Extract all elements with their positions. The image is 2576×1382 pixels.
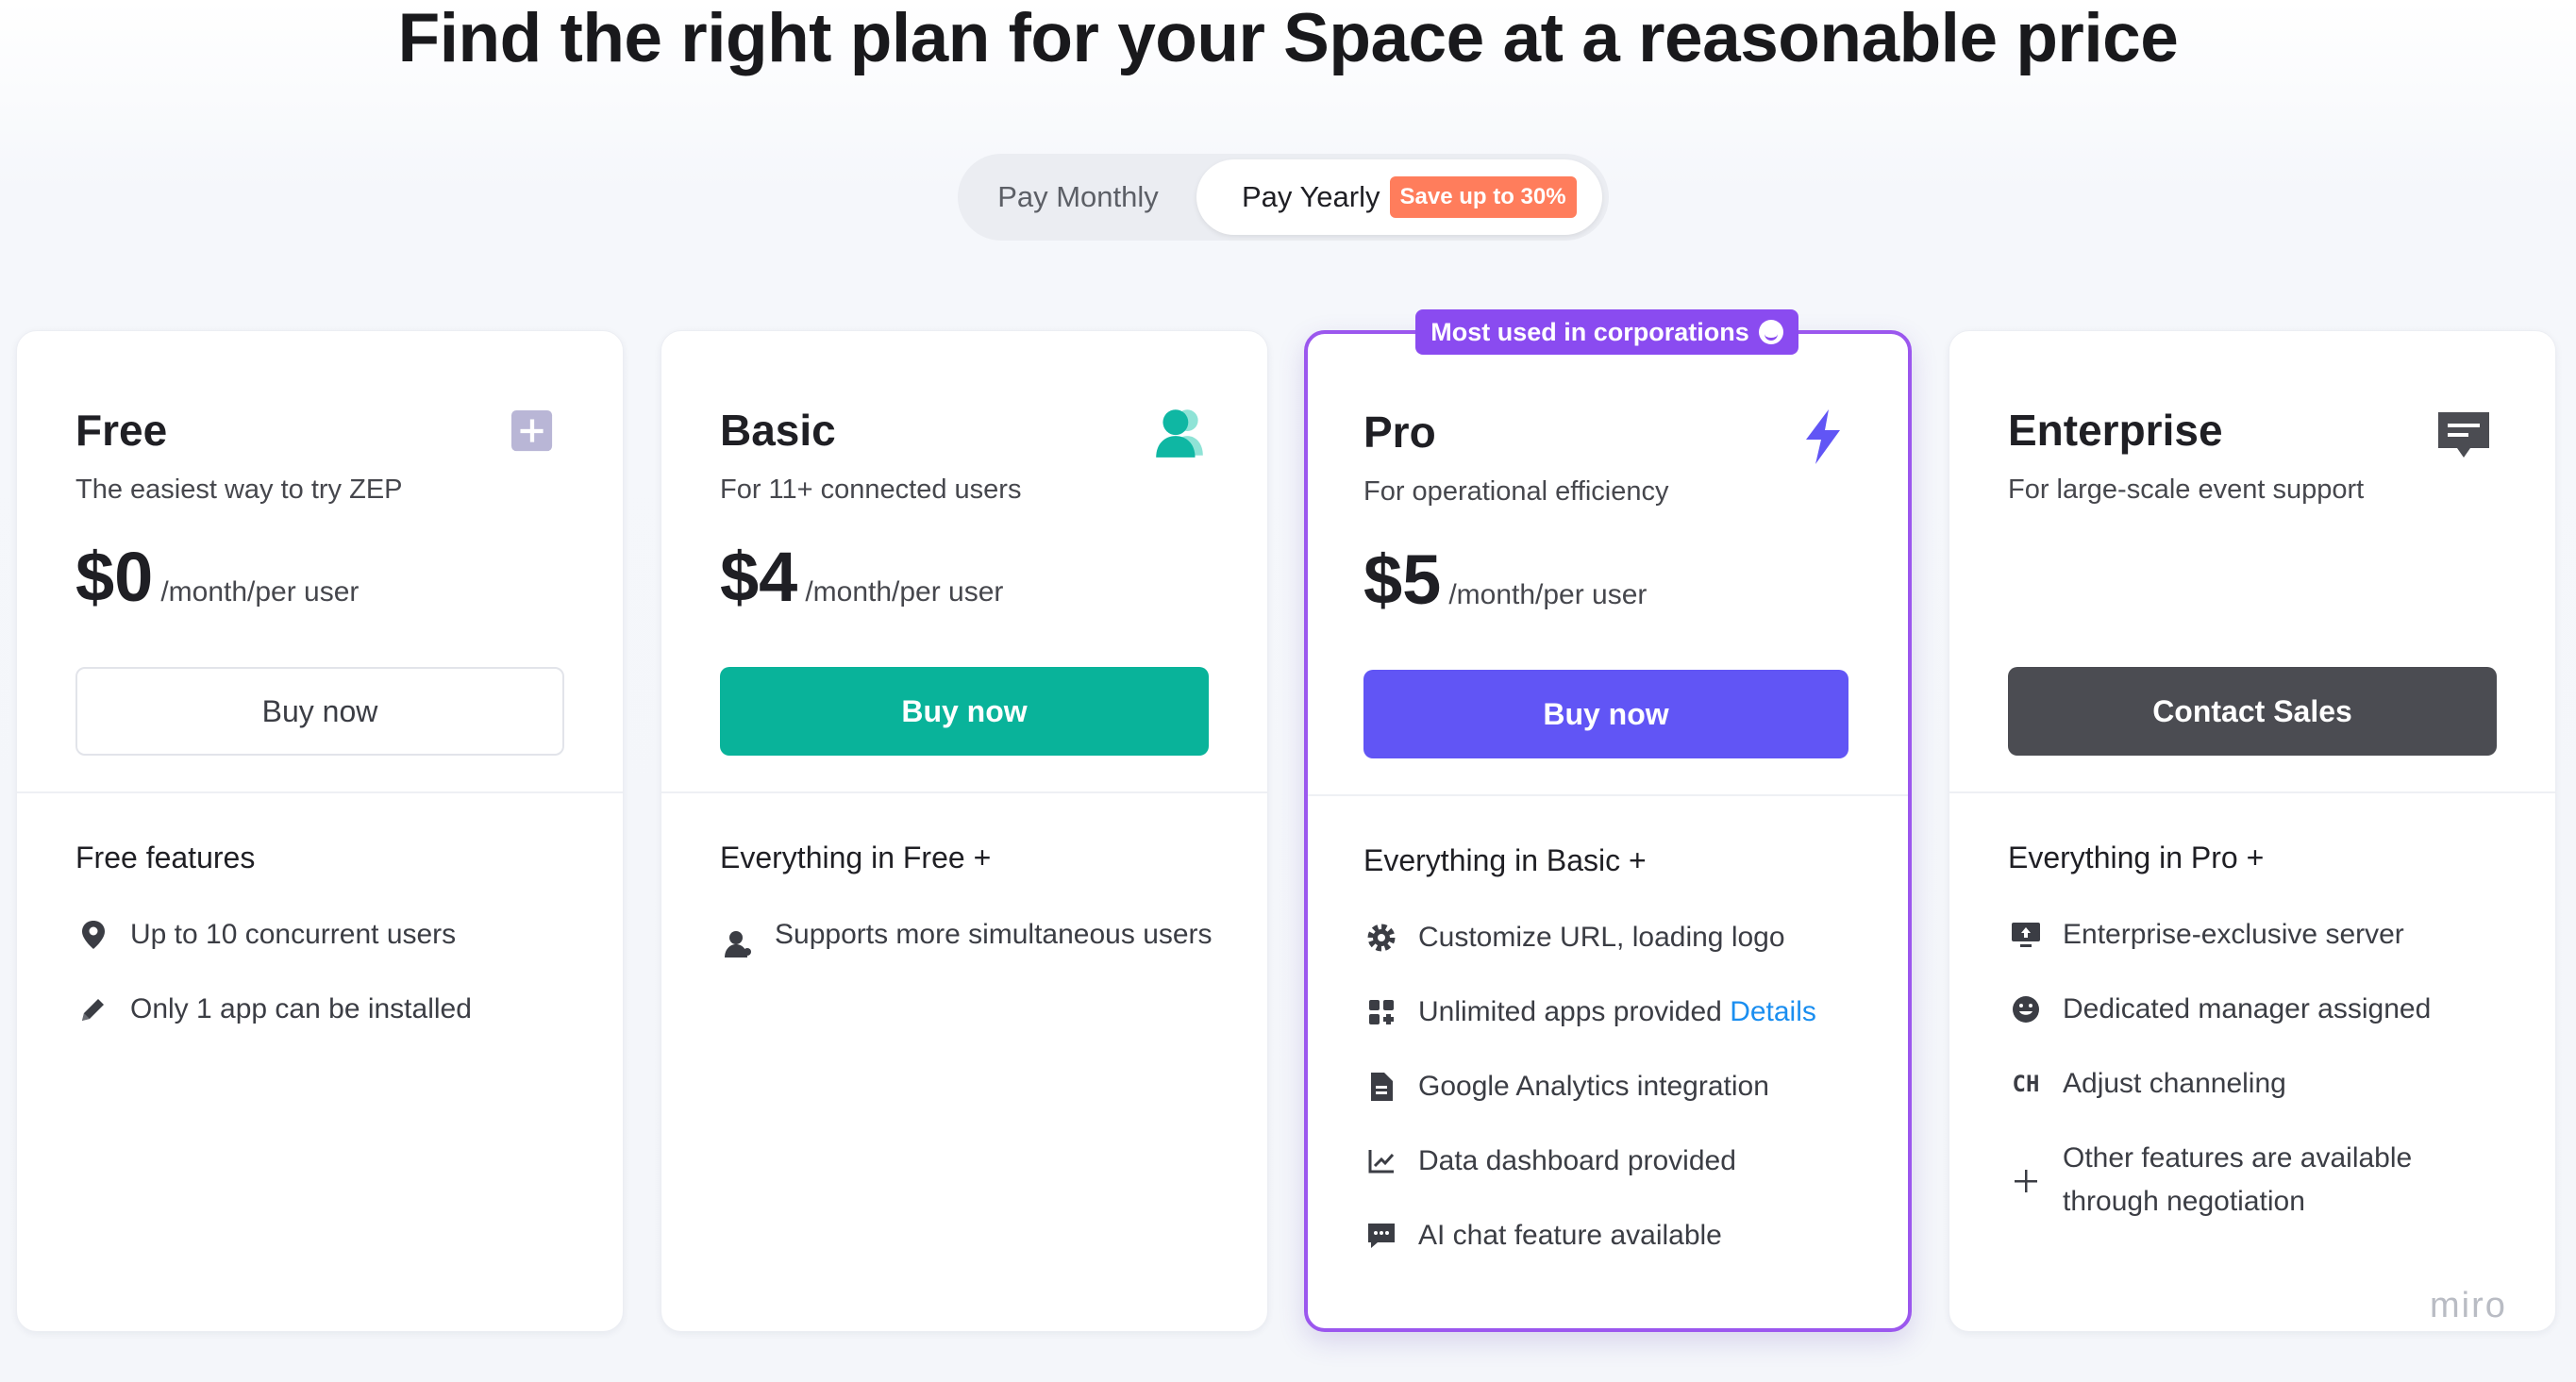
plan-price: $5: [1363, 541, 1442, 619]
card-divider: [661, 791, 1267, 793]
feature-text: Supports more simultaneous users: [775, 919, 1213, 950]
list-item: Unlimited apps provided Details: [1363, 991, 1873, 1034]
plan-description: The easiest way to try ZEP: [75, 475, 403, 505]
billing-toggle[interactable]: Pay Monthly Pay Yearly Save up to 30%: [958, 154, 1609, 241]
pay-yearly-option[interactable]: Pay Yearly Save up to 30%: [1196, 159, 1602, 235]
plan-name: Pro: [1363, 408, 1436, 457]
plan-card-pro: Pro For operational efficiency $5 /month…: [1304, 330, 1912, 1332]
plan-description: For operational efficiency: [1363, 476, 1669, 507]
apps-grid-icon: [1363, 991, 1399, 1034]
plan-card-basic: Basic For 11+ connected users $4 /month/…: [661, 330, 1268, 1332]
feature-text: Up to 10 concurrent users: [130, 919, 457, 950]
plan-description: For large-scale event support: [2008, 475, 2365, 505]
ch-glyph: CH: [2012, 1071, 2040, 1097]
smile-icon: [1758, 320, 1783, 344]
list-item: Up to 10 concurrent users: [75, 913, 585, 957]
smile-icon: [2008, 988, 2044, 1031]
buy-now-button[interactable]: Buy now: [1363, 670, 1848, 758]
pay-monthly-label: Pay Monthly: [997, 180, 1159, 213]
card-divider: [1949, 791, 2555, 793]
gear-icon: [1363, 916, 1399, 959]
plus-icon: [2008, 1159, 2044, 1203]
message-icon: [2438, 412, 2489, 458]
feature-text: Unlimited apps provided: [1418, 996, 1722, 1027]
plan-price: $0: [75, 538, 154, 616]
list-item: Data dashboard provided: [1363, 1140, 1873, 1183]
plan-card-free: Free The easiest way to try ZEP $0 /mont…: [16, 330, 624, 1332]
feature-text: Other features are available through neg…: [2063, 1142, 2413, 1217]
features-title: Everything in Basic +: [1363, 843, 1647, 877]
feature-text-wrap: Unlimited apps provided Details: [1418, 991, 1816, 1034]
card-divider: [1308, 794, 1908, 796]
user-icon: [720, 923, 756, 966]
save-badge: Save up to 30%: [1389, 176, 1577, 218]
chat-icon: [1363, 1214, 1399, 1257]
features-title: Everything in Pro +: [2008, 841, 2265, 874]
feature-text: Google Analytics integration: [1418, 1071, 1769, 1102]
plan-name: Basic: [720, 406, 836, 455]
document-icon: [1363, 1065, 1399, 1108]
most-used-badge: Most used in corporations: [1415, 309, 1798, 355]
plan-price: $4: [720, 538, 798, 616]
feature-text: Customize URL, loading logo: [1418, 922, 1785, 953]
list-item: Google Analytics integration: [1363, 1065, 1873, 1108]
miro-watermark: miro: [2430, 1286, 2507, 1325]
pay-monthly-option[interactable]: Pay Monthly: [958, 154, 1198, 241]
contact-sales-button[interactable]: Contact Sales: [2008, 667, 2497, 756]
feature-text: Enterprise-exclusive server: [2063, 919, 2404, 950]
location-pin-icon: [75, 913, 111, 957]
feature-list: Supports more simultaneous users: [720, 913, 1229, 997]
page-headline: Find the right plan for your Space at a …: [397, 0, 2179, 76]
plan-name: Enterprise: [2008, 406, 2223, 455]
plan-card-enterprise: Enterprise For large-scale event support…: [1949, 330, 2556, 1332]
chart-line-icon: [1363, 1140, 1399, 1183]
details-link[interactable]: Details: [1730, 996, 1816, 1027]
plan-price-unit: /month/per user: [160, 576, 360, 608]
users-icon: [1156, 409, 1203, 458]
card-divider: [17, 791, 623, 793]
list-item: Customize URL, loading logo: [1363, 916, 1873, 959]
feature-list: Enterprise-exclusive server Dedicated ma…: [2008, 913, 2517, 1255]
plan-price-unit: /month/per user: [1448, 579, 1648, 610]
plan-name: Free: [75, 406, 168, 455]
list-item: Dedicated manager assigned: [2008, 988, 2517, 1031]
feature-text: AI chat feature available: [1418, 1220, 1722, 1251]
pay-yearly-label: Pay Yearly: [1242, 180, 1380, 213]
lightning-icon: [1806, 409, 1840, 464]
feature-text: Dedicated manager assigned: [2063, 993, 2432, 1024]
list-item: Supports more simultaneous users: [720, 913, 1229, 966]
plan-description: For 11+ connected users: [720, 475, 1022, 505]
list-item: Other features are available through neg…: [2008, 1137, 2517, 1224]
list-item: CH Adjust channeling: [2008, 1062, 2517, 1106]
features-title: Everything in Free +: [720, 841, 992, 874]
pencil-icon: [75, 988, 111, 1031]
server-monitor-icon: [2008, 913, 2044, 957]
plus-square-icon: [511, 410, 553, 452]
list-item: AI chat feature available: [1363, 1214, 1873, 1257]
features-title: Free features: [75, 841, 256, 874]
feature-list: Up to 10 concurrent users Only 1 app can…: [75, 913, 585, 1062]
feature-list: Customize URL, loading logo Unlimited ap…: [1363, 916, 1873, 1289]
feature-text: Adjust channeling: [2063, 1068, 2286, 1099]
feature-text: Only 1 app can be installed: [130, 993, 472, 1024]
most-used-label: Most used in corporations: [1430, 317, 1749, 346]
ch-text-icon: CH: [2008, 1062, 2044, 1106]
buy-now-button[interactable]: Buy now: [75, 667, 564, 756]
buy-now-button[interactable]: Buy now: [720, 667, 1209, 756]
plan-price-unit: /month/per user: [805, 576, 1004, 608]
feature-text: Data dashboard provided: [1418, 1145, 1736, 1176]
list-item: Enterprise-exclusive server: [2008, 913, 2517, 957]
list-item: Only 1 app can be installed: [75, 988, 585, 1031]
